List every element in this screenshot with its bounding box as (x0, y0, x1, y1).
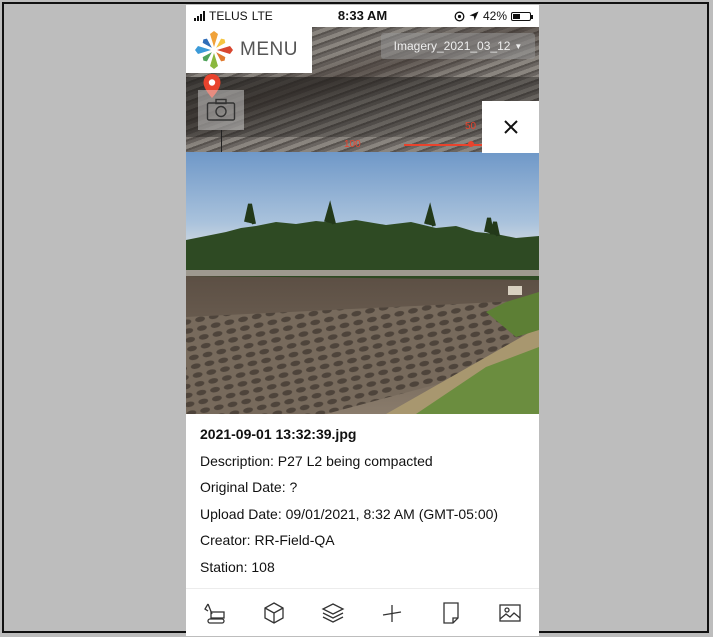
status-bar: TELUS LTE 8:33 AM 42% (186, 5, 539, 27)
app-logo-icon (195, 31, 233, 69)
location-arrow-icon (469, 11, 479, 21)
scale-label-100: 100 (344, 139, 361, 150)
box-3d-icon (264, 602, 284, 624)
battery-icon (511, 11, 533, 21)
battery-percent: 42% (482, 9, 507, 23)
image-icon (498, 604, 521, 622)
close-icon (503, 120, 518, 134)
camera-button[interactable] (198, 90, 244, 130)
measure-icon (382, 605, 401, 622)
excavator-icon (204, 603, 226, 624)
menu-button[interactable]: MENU (186, 27, 312, 73)
site-photo[interactable] (186, 152, 539, 414)
chevron-down-icon: ▼ (514, 41, 523, 51)
scale-label-50: 50 (465, 121, 477, 132)
measure-button[interactable] (375, 596, 409, 630)
photo-upload-date: Upload Date: 09/01/2021, 8:32 AM (GMT-05… (200, 505, 499, 522)
photo-station: Station: 108 (200, 558, 275, 575)
orientation-lock-icon (454, 11, 465, 21)
camera-icon (206, 98, 236, 121)
phone-screen: TELUS LTE 8:33 AM 42% MENU Imagery_2021_… (186, 5, 539, 636)
document-button[interactable] (434, 596, 468, 630)
photo-description: Description: P27 L2 being compacted (200, 452, 433, 469)
3d-view-button[interactable] (257, 596, 291, 630)
photo-details: 2021-09-01 13:32:39.jpg Description: P27… (200, 425, 530, 584)
excavator-button[interactable] (198, 596, 232, 630)
gallery-button[interactable] (493, 596, 527, 630)
bottom-toolbar (186, 588, 539, 636)
scale-marker (468, 141, 474, 147)
photo-filename: 2021-09-01 13:32:39.jpg (200, 426, 357, 442)
photo-creator: Creator: RR-Field-QA (200, 532, 335, 548)
menu-label: MENU (240, 39, 298, 60)
photo-original-date: Original Date: ? (200, 479, 298, 495)
imagery-layer-label: Imagery_2021_03_12 (393, 39, 511, 53)
layers-button[interactable] (316, 596, 350, 630)
map-marker-line (221, 130, 222, 152)
document-icon (443, 602, 459, 624)
layers-icon (321, 603, 345, 623)
close-button[interactable] (482, 101, 539, 153)
imagery-layer-select[interactable]: Imagery_2021_03_12 ▼ (381, 33, 535, 59)
